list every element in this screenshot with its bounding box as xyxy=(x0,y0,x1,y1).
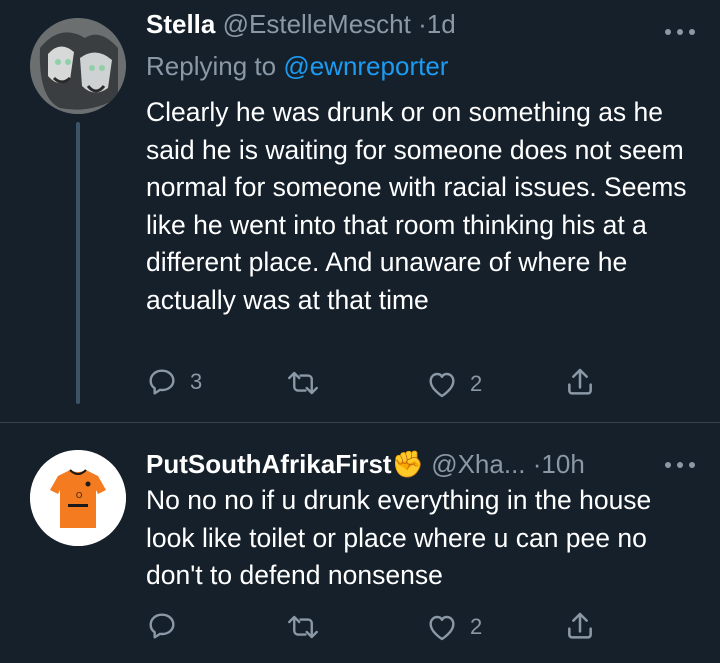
handle[interactable]: @EstelleMescht xyxy=(223,9,411,39)
tweet-header: Stella @EstelleMescht ·1d xyxy=(146,8,456,40)
reply-icon xyxy=(149,369,175,395)
share-icon xyxy=(568,612,592,639)
more-icon[interactable] xyxy=(662,455,698,475)
like-icon xyxy=(429,372,455,398)
avatar-stella[interactable] xyxy=(30,18,126,114)
more-icon[interactable] xyxy=(662,22,698,42)
raised-fist-emoji: ✊ xyxy=(391,449,424,479)
separator-dot: · xyxy=(418,9,427,39)
replying-to-link[interactable]: @ewnreporter xyxy=(283,51,448,81)
avatar-putsouthafrikafirst[interactable]: O xyxy=(30,450,126,546)
like-icon xyxy=(429,615,455,641)
reply-button[interactable] xyxy=(146,610,190,642)
replying-prefix: Replying to xyxy=(146,51,277,81)
reply-count: 3 xyxy=(190,369,203,394)
tweet-text: Clearly he was drunk or on something as … xyxy=(146,97,687,315)
retweet-button[interactable] xyxy=(285,368,333,398)
replying-to: Replying to @ewnreporter xyxy=(146,50,448,82)
display-name[interactable]: Stella xyxy=(146,9,215,39)
timestamp[interactable]: 1d xyxy=(427,9,456,39)
timestamp[interactable]: 10h xyxy=(541,449,584,479)
reply-icon xyxy=(149,613,175,639)
tweet-thread: Stella @EstelleMescht ·1d Replying to @e… xyxy=(0,0,720,663)
share-button[interactable] xyxy=(564,610,596,642)
retweet-button[interactable] xyxy=(285,612,333,642)
handle[interactable]: @Xha... xyxy=(431,449,525,479)
like-count: 2 xyxy=(470,614,483,639)
retweet-icon xyxy=(288,615,318,639)
like-count: 2 xyxy=(470,371,483,396)
reply-button[interactable]: 3 xyxy=(146,366,202,398)
share-icon xyxy=(568,368,592,395)
like-button[interactable]: 2 xyxy=(426,612,482,642)
display-name[interactable]: PutSouthAfrikaFirst xyxy=(146,449,392,479)
tweet-text: No no no if u drunk everything in the ho… xyxy=(146,485,652,590)
retweet-icon xyxy=(288,371,318,395)
tweet-header: PutSouthAfrikaFirst✊ @Xha... ·10h xyxy=(146,448,585,480)
thread-connector-line xyxy=(76,122,80,404)
svg-text:O: O xyxy=(76,491,82,500)
share-button[interactable] xyxy=(564,366,596,398)
tweet-divider xyxy=(0,422,720,423)
like-button[interactable]: 2 xyxy=(426,369,482,399)
